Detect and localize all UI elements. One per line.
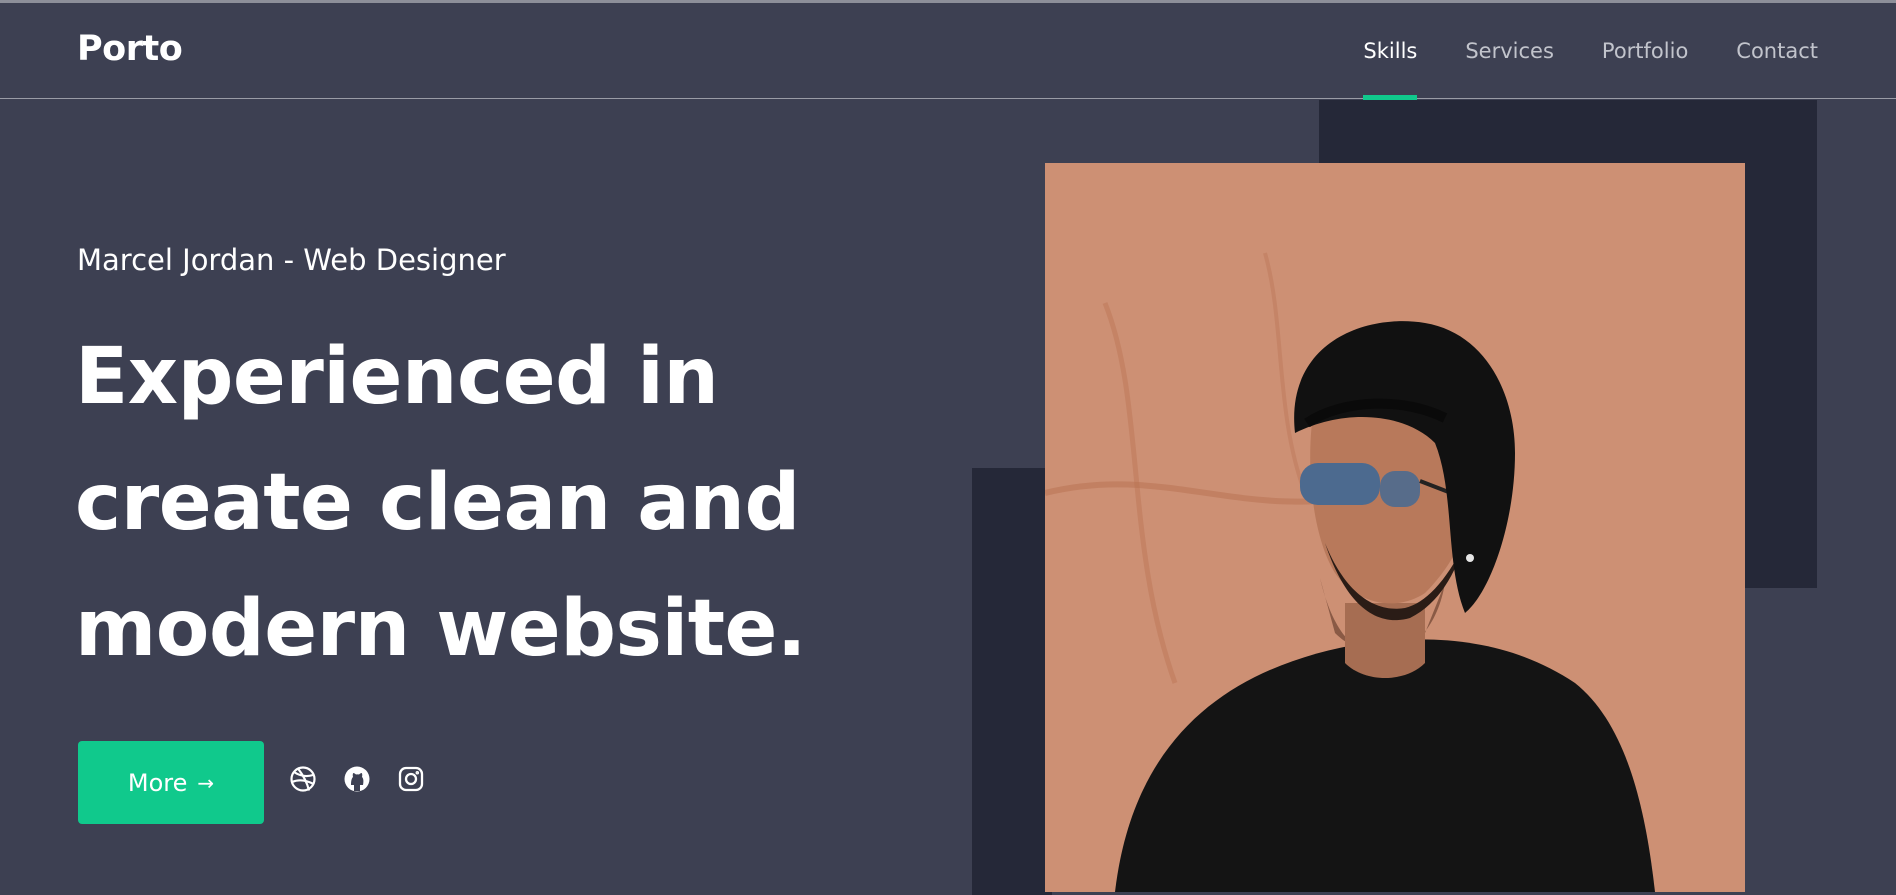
instagram-icon[interactable] xyxy=(397,765,425,793)
nav-item-portfolio[interactable]: Portfolio xyxy=(1602,3,1688,99)
nav-item-label: Skills xyxy=(1363,39,1418,63)
headline-line: create clean and xyxy=(75,458,800,548)
hero-headline: Experienced in create clean and modern w… xyxy=(75,314,975,692)
nav-item-label: Contact xyxy=(1736,39,1818,63)
arrow-right-icon: → xyxy=(197,770,215,795)
decorative-block xyxy=(972,468,1052,895)
logo[interactable]: Porto xyxy=(77,29,183,69)
nav-item-contact[interactable]: Contact xyxy=(1736,3,1818,99)
more-button[interactable]: More → xyxy=(78,741,264,824)
headline-line: Experienced in xyxy=(75,332,719,422)
dribbble-icon[interactable] xyxy=(289,765,317,793)
github-icon[interactable] xyxy=(343,765,371,793)
nav-item-skills[interactable]: Skills xyxy=(1363,3,1418,100)
headline-line: modern website. xyxy=(75,584,807,674)
nav-item-label: Services xyxy=(1465,39,1554,63)
nav-item-services[interactable]: Services xyxy=(1465,3,1554,99)
nav-item-label: Portfolio xyxy=(1601,39,1689,63)
main-nav: Skills Services Portfolio Contact xyxy=(1315,3,1818,100)
hero-subtitle: Marcel Jordan - Web Designer xyxy=(77,243,506,277)
page: Porto Skills Services Portfolio Contact … xyxy=(0,0,1896,895)
more-button-label: More xyxy=(127,768,188,797)
portrait-illustration xyxy=(1045,163,1745,892)
navbar: Porto Skills Services Portfolio Contact xyxy=(0,3,1896,100)
hero-portrait-photo xyxy=(1045,163,1745,892)
